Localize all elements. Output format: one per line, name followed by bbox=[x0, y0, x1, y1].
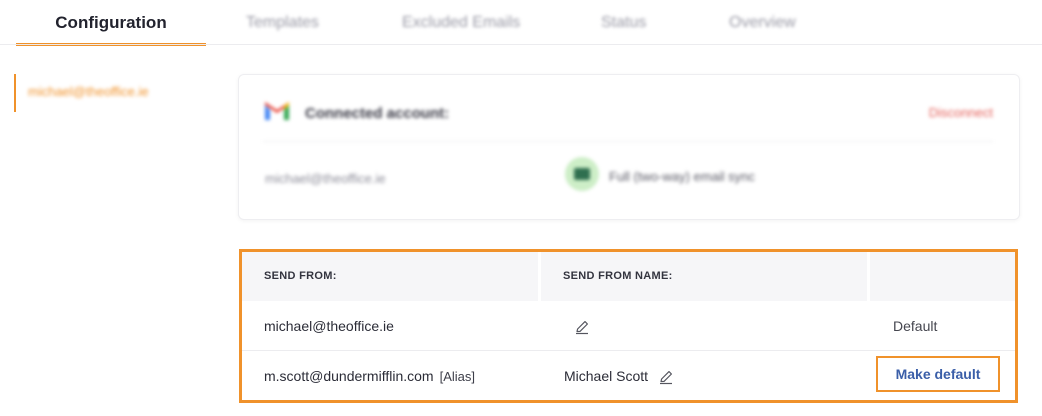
table-row: m.scott@dundermifflin.com [Alias] Michael… bbox=[242, 351, 1015, 401]
tab-excluded-emails[interactable]: Excluded Emails bbox=[402, 0, 520, 46]
card-divider bbox=[263, 141, 993, 142]
tab-templates[interactable]: Templates bbox=[246, 0, 319, 46]
make-default-button[interactable]: Make default bbox=[876, 356, 1000, 392]
edit-pencil-icon[interactable] bbox=[574, 319, 590, 335]
send-from-email: m.scott@dundermifflin.com bbox=[264, 368, 434, 384]
default-status-label: Default bbox=[893, 318, 938, 334]
send-from-email-cell: m.scott@dundermifflin.com [Alias] bbox=[264, 351, 475, 401]
send-from-email: michael@theoffice.ie bbox=[264, 318, 394, 334]
column-header-action bbox=[870, 252, 1015, 301]
column-header-send-from: SEND FROM: bbox=[242, 252, 538, 301]
table-header: SEND FROM: SEND FROM NAME: bbox=[242, 252, 1015, 301]
gmail-icon bbox=[265, 102, 289, 120]
connected-account-card: Connected account: Disconnect michael@th… bbox=[238, 74, 1020, 220]
sync-mode-label: Full (two-way) email sync bbox=[609, 169, 755, 184]
send-from-name-cell bbox=[564, 301, 590, 351]
connected-account-email: michael@theoffice.ie bbox=[265, 171, 386, 186]
tab-overview[interactable]: Overview bbox=[729, 0, 796, 46]
send-from-name: Michael Scott bbox=[564, 368, 649, 384]
table-row: michael@theoffice.ie Default bbox=[242, 301, 1015, 351]
sidebar-item-account[interactable]: michael@theoffice.ie bbox=[14, 74, 214, 112]
edit-pencil-icon[interactable] bbox=[658, 369, 674, 385]
send-from-name-cell: Michael Scott bbox=[564, 351, 674, 401]
tab-bar: Configuration Templates Excluded Emails … bbox=[0, 0, 1042, 46]
connected-account-title: Connected account: bbox=[305, 105, 450, 122]
sidebar-active-indicator bbox=[14, 74, 16, 112]
tab-configuration[interactable]: Configuration bbox=[16, 0, 206, 46]
sync-icon bbox=[565, 157, 599, 191]
column-header-send-from-name: SEND FROM NAME: bbox=[541, 252, 867, 301]
tab-status[interactable]: Status bbox=[601, 0, 646, 46]
tab-bar-divider bbox=[0, 44, 1042, 45]
sidebar-item-label: michael@theoffice.ie bbox=[28, 84, 149, 99]
disconnect-link[interactable]: Disconnect bbox=[929, 105, 993, 120]
send-from-table: SEND FROM: SEND FROM NAME: michael@theof… bbox=[239, 249, 1018, 403]
alias-tag: [Alias] bbox=[439, 369, 475, 384]
